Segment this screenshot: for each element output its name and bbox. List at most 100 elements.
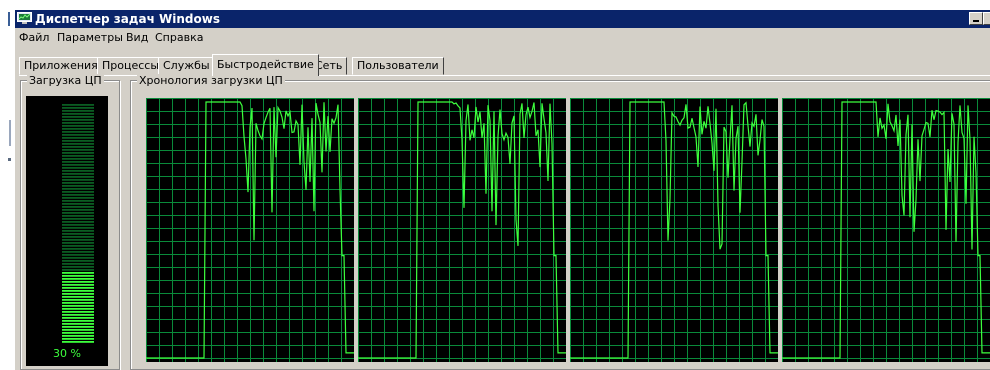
cpu-meter-segment (62, 128, 94, 130)
cpu-meter-segment (62, 263, 94, 265)
tab-applications[interactable]: Приложения (19, 57, 103, 75)
cpu-meter-segment (62, 110, 94, 112)
cpu-meter-segment (62, 224, 94, 226)
cpu-meter-segment (62, 146, 94, 148)
cpu-history-chart-2 (358, 98, 566, 362)
cpu-meter-segment (62, 116, 94, 118)
cpu-meter-segment (62, 269, 94, 271)
cpu-meter-segment (62, 242, 94, 244)
cpu-meter-segment (62, 203, 94, 205)
cpu-history-graph-3 (570, 98, 778, 362)
cpu-meter-segment (62, 176, 94, 178)
menu-item-options[interactable]: Параметры (57, 28, 123, 48)
cpu-meter-segment (62, 212, 94, 214)
cpu-meter-segment (62, 308, 94, 310)
cpu-meter-segment (62, 122, 94, 124)
cpu-usage-legend: Загрузка ЦП (27, 74, 104, 87)
menu-bar: Файл Параметры Вид Справка (15, 28, 990, 48)
cpu-meter-segment (62, 194, 94, 196)
edge-mark (8, 12, 10, 26)
cpu-meter-segment (62, 167, 94, 169)
cpu-meter-segment (62, 218, 94, 220)
cpu-meter-segment (62, 281, 94, 283)
cpu-meter-segment (62, 305, 94, 307)
menu-item-view[interactable]: Вид (126, 28, 148, 48)
edge-mark (9, 120, 11, 146)
maximize-button[interactable] (983, 12, 990, 25)
cpu-meter-segment (62, 299, 94, 301)
cpu-meter-segment (62, 314, 94, 316)
cpu-meter-segment (62, 230, 94, 232)
cpu-meter-segment (62, 152, 94, 154)
cpu-meter-segment (62, 251, 94, 253)
cpu-meter-segment (62, 233, 94, 235)
cpu-meter-segment (62, 182, 94, 184)
cpu-meter-segment (62, 221, 94, 223)
cpu-meter-bars (62, 104, 94, 343)
menu-item-file[interactable]: Файл (19, 28, 49, 48)
cpu-meter-segment (62, 170, 94, 172)
cpu-meter-segment (62, 254, 94, 256)
cpu-meter-segment (62, 248, 94, 250)
cpu-meter-segment (62, 257, 94, 259)
cpu-history-chart-3 (570, 98, 778, 362)
cpu-meter-segment (62, 260, 94, 262)
cpu-meter-segment (62, 185, 94, 187)
cpu-meter-segment (62, 317, 94, 319)
cpu-meter-segment (62, 197, 94, 199)
cpu-meter-segment (62, 245, 94, 247)
cpu-meter-segment (62, 137, 94, 139)
cpu-meter-segment (62, 164, 94, 166)
cpu-meter-segment (62, 275, 94, 277)
cpu-meter-segment (62, 341, 94, 343)
cpu-meter-segment (62, 311, 94, 313)
cpu-meter-segment (62, 320, 94, 322)
cpu-meter-segment (62, 173, 94, 175)
cpu-meter-segment (62, 287, 94, 289)
cpu-meter-segment (62, 329, 94, 331)
cpu-meter-segment (62, 236, 94, 238)
cpu-usage-meter: 30 % (26, 96, 108, 366)
window-title: Диспетчер задач Windows (35, 12, 220, 26)
cpu-history-graph-4 (782, 98, 990, 362)
cpu-meter-segment (62, 161, 94, 163)
edge-mark (8, 158, 11, 161)
tab-processes[interactable]: Процессы (97, 57, 165, 75)
tab-services[interactable]: Службы (158, 57, 215, 75)
cpu-meter-segment (62, 107, 94, 109)
cpu-history-chart-4 (782, 98, 990, 362)
tab-strip: Приложения Процессы Службы Быстродействи… (15, 52, 990, 76)
cpu-meter-segment (62, 158, 94, 160)
cpu-meter-segment (62, 215, 94, 217)
task-manager-icon (17, 12, 32, 24)
menu-item-help[interactable]: Справка (155, 28, 203, 48)
minimize-button[interactable] (969, 12, 983, 25)
cpu-meter-segment (62, 113, 94, 115)
cpu-meter-segment (62, 119, 94, 121)
cpu-meter-segment (62, 296, 94, 298)
cpu-meter-segment (62, 134, 94, 136)
cpu-meter-segment (62, 335, 94, 337)
tab-performance[interactable]: Быстродействие (212, 54, 319, 76)
tab-users[interactable]: Пользователи (352, 57, 444, 75)
cpu-meter-segment (62, 155, 94, 157)
cpu-meter-segment (62, 332, 94, 334)
cpu-meter-segment (62, 293, 94, 295)
cpu-meter-segment (62, 125, 94, 127)
cpu-meter-segment (62, 323, 94, 325)
cpu-meter-segment (62, 290, 94, 292)
cpu-meter-segment (62, 200, 94, 202)
cpu-meter-segment (62, 227, 94, 229)
cpu-history-chart-1 (146, 98, 354, 362)
cpu-history-graph-1 (146, 98, 354, 362)
cpu-usage-percent: 30 % (53, 347, 81, 360)
cpu-meter-segment (62, 266, 94, 268)
cpu-meter-segment (62, 149, 94, 151)
cpu-meter-segment (62, 206, 94, 208)
cpu-history-graph-2 (358, 98, 566, 362)
cpu-meter-segment (62, 179, 94, 181)
cpu-meter-segment (62, 326, 94, 328)
title-bar[interactable]: Диспетчер задач Windows (15, 10, 990, 28)
cpu-meter-segment (62, 302, 94, 304)
cpu-meter-segment (62, 140, 94, 142)
